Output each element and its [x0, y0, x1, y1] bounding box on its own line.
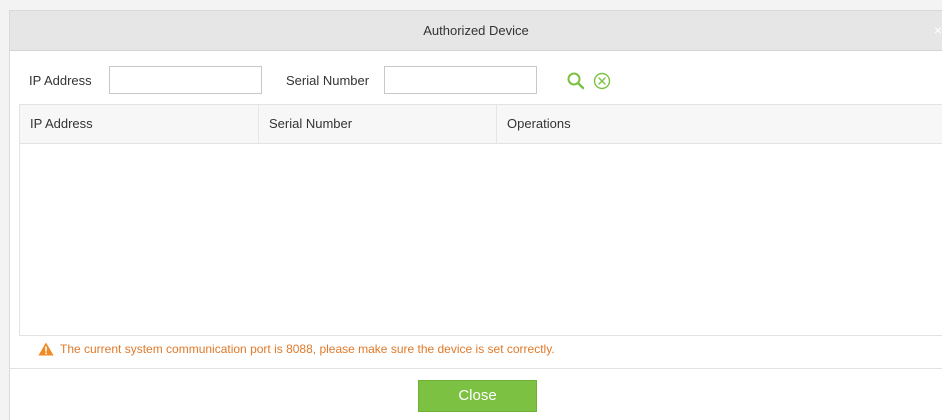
search-icon[interactable] — [566, 71, 586, 91]
serial-number-input[interactable] — [384, 66, 537, 94]
column-header-ip-address[interactable]: IP Address — [20, 105, 259, 143]
ip-address-input[interactable] — [109, 66, 262, 94]
ip-address-label: IP Address — [29, 73, 92, 88]
filter-bar: IP Address Serial Number — [10, 66, 942, 96]
warning-triangle-icon — [38, 342, 54, 356]
serial-number-label: Serial Number — [286, 73, 370, 88]
close-button[interactable]: Close — [418, 380, 537, 412]
table-header: IP Address Serial Number Operations — [20, 105, 942, 144]
column-header-operations[interactable]: Operations — [497, 105, 942, 143]
footer-divider — [10, 368, 942, 369]
port-warning: The current system communication port is… — [38, 339, 555, 359]
dialog-titlebar: Authorized Device × — [10, 11, 942, 51]
device-table: IP Address Serial Number Operations — [19, 104, 942, 336]
authorized-device-dialog: Authorized Device × IP Address Serial Nu… — [9, 10, 942, 420]
column-header-serial-number[interactable]: Serial Number — [259, 105, 497, 143]
warning-text: The current system communication port is… — [60, 342, 555, 356]
clear-circle-icon[interactable] — [592, 71, 612, 91]
close-icon[interactable]: × — [932, 11, 942, 50]
table-body — [20, 144, 942, 336]
dialog-title: Authorized Device — [423, 23, 529, 38]
